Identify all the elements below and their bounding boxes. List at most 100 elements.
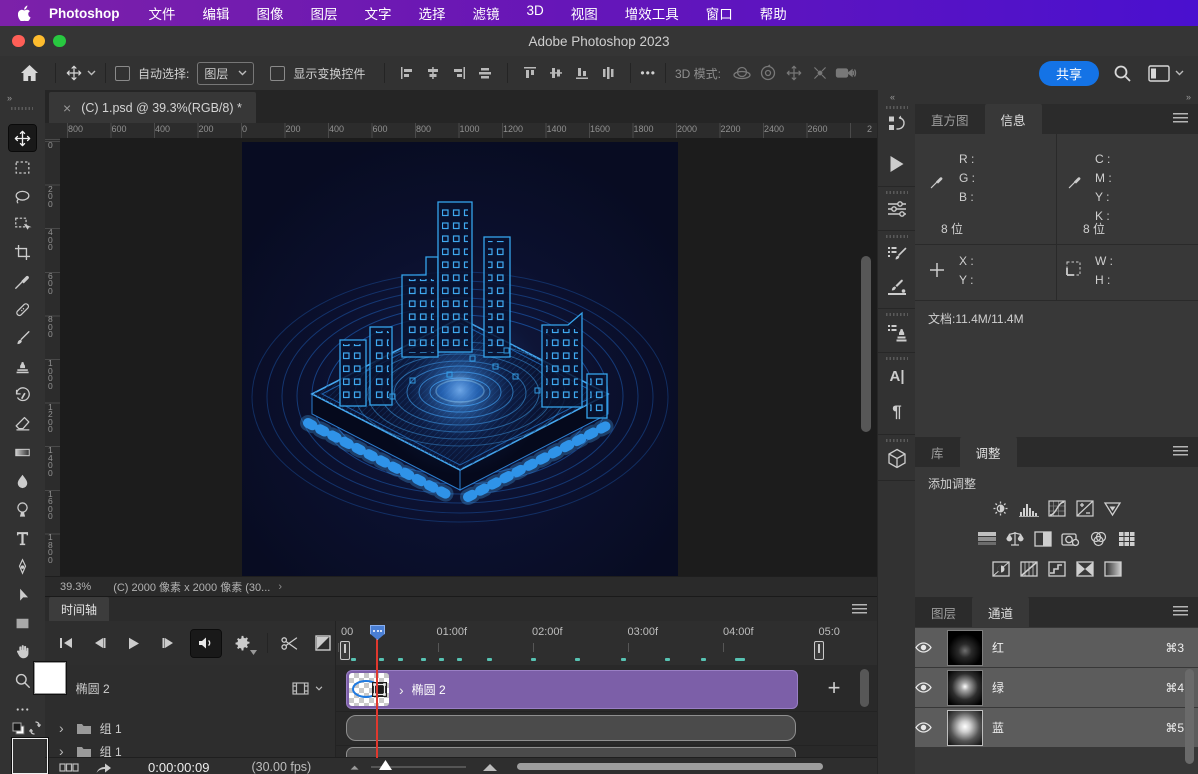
document-tab[interactable]: × (C) 1.psd @ 39.3%(RGB/8) *: [49, 92, 256, 123]
align-right-icon[interactable]: [446, 61, 472, 85]
mute-audio-button[interactable]: [191, 630, 221, 657]
timeline-tab[interactable]: 时间轴: [49, 597, 109, 621]
more-options-icon[interactable]: •••: [640, 66, 656, 80]
posterize-icon[interactable]: [1017, 559, 1041, 578]
marquee-tool[interactable]: [9, 154, 36, 180]
3d-orbit-icon[interactable]: [729, 61, 755, 85]
menu-item[interactable]: 文字: [365, 3, 392, 23]
show-transform-checkbox[interactable]: [270, 66, 285, 81]
gradient-map-icon[interactable]: [1073, 559, 1097, 578]
canvas[interactable]: [60, 138, 877, 576]
pen-tool[interactable]: [9, 553, 36, 579]
vibrance-icon[interactable]: [1101, 499, 1125, 518]
clip-group1[interactable]: [346, 715, 796, 741]
brushes-panel-icon[interactable]: [885, 276, 909, 300]
tab-libraries[interactable]: 库: [915, 437, 960, 467]
share-button[interactable]: 共享: [1039, 61, 1099, 86]
track-row-ellipse2[interactable]: › 椭圆 2: [45, 665, 335, 712]
close-window-button[interactable]: [12, 35, 25, 48]
menu-item[interactable]: 增效工具: [625, 3, 679, 23]
move-tool-options-icon[interactable]: [65, 64, 83, 82]
exposure-icon[interactable]: [1073, 499, 1097, 518]
go-first-frame-button[interactable]: [53, 631, 79, 655]
auto-select-checkbox[interactable]: [115, 66, 130, 81]
expand-strip-icon[interactable]: «: [890, 92, 896, 102]
object-selection-tool[interactable]: [9, 211, 36, 237]
hue-saturation-icon[interactable]: [975, 529, 999, 548]
lasso-tool[interactable]: [9, 183, 36, 209]
black-white-icon[interactable]: [1031, 529, 1055, 548]
timeline-horizontal-scrollbar[interactable]: [517, 763, 823, 770]
close-tab-icon[interactable]: ×: [63, 100, 71, 116]
curves-icon[interactable]: [1045, 499, 1069, 518]
distribute-vertical-icon[interactable]: [595, 61, 621, 85]
visibility-eye-icon[interactable]: [915, 682, 947, 693]
channel-mixer-icon[interactable]: [1087, 529, 1111, 548]
selective-color-icon[interactable]: [1101, 559, 1125, 578]
menu-item[interactable]: 视图: [571, 3, 598, 23]
workspace-icon[interactable]: [1148, 65, 1170, 82]
auto-select-dropdown[interactable]: 图层: [197, 62, 254, 85]
search-icon[interactable]: [1113, 64, 1132, 83]
tab-histogram[interactable]: 直方图: [915, 104, 985, 134]
menu-item[interactable]: 窗口: [706, 3, 733, 23]
split-clip-icon[interactable]: [276, 631, 302, 655]
3d-slide-icon[interactable]: [807, 61, 833, 85]
crop-tool[interactable]: [9, 239, 36, 265]
foreground-color-swatch[interactable]: [12, 738, 48, 774]
channel-thumbnail[interactable]: [947, 670, 983, 706]
blur-tool[interactable]: [9, 468, 36, 494]
channel-row-blue[interactable]: 蓝 ⌘5: [915, 708, 1198, 747]
play-button[interactable]: [121, 631, 147, 655]
levels-icon[interactable]: [1017, 499, 1041, 518]
paragraph-panel-icon[interactable]: ¶: [885, 400, 909, 424]
video-track-icon[interactable]: [292, 682, 309, 695]
channel-row-green[interactable]: 绿 ⌘4: [915, 668, 1198, 707]
status-chevron-icon[interactable]: ›: [278, 581, 282, 593]
dodge-tool[interactable]: [9, 496, 36, 522]
actions-panel-icon[interactable]: [885, 152, 909, 176]
next-frame-button[interactable]: [155, 631, 181, 655]
clone-source-panel-icon[interactable]: [885, 320, 909, 344]
vertical-ruler[interactable]: 020040060080010001200140016001800: [45, 138, 61, 576]
menu-item[interactable]: 选择: [419, 3, 446, 23]
threshold-icon[interactable]: [1045, 559, 1069, 578]
tab-adjustments[interactable]: 调整: [960, 437, 1017, 467]
more-tools-icon[interactable]: [9, 696, 36, 722]
tab-layers[interactable]: 图层: [915, 597, 972, 627]
visibility-eye-icon[interactable]: [915, 722, 947, 733]
track-row-group1[interactable]: › 组 1: [45, 711, 335, 746]
align-center-horizontal-icon[interactable]: [420, 61, 446, 85]
3d-pan-icon[interactable]: [781, 61, 807, 85]
artwork-chip-city[interactable]: [242, 142, 678, 576]
brush-tool[interactable]: [9, 325, 36, 351]
add-media-button[interactable]: +: [819, 673, 849, 703]
rectangle-tool[interactable]: [9, 610, 36, 636]
zoom-in-timeline-icon[interactable]: [482, 763, 498, 772]
chevron-down-icon[interactable]: [315, 686, 323, 691]
chevron-down-icon[interactable]: [1175, 70, 1184, 76]
tab-info[interactable]: 信息: [985, 104, 1042, 134]
timeline-vertical-scrollbar[interactable]: [860, 669, 869, 707]
channel-row-red[interactable]: 红 ⌘3: [915, 628, 1198, 667]
zoom-out-timeline-icon[interactable]: [349, 764, 361, 771]
align-left-icon[interactable]: [394, 61, 420, 85]
app-name[interactable]: Photoshop: [49, 6, 120, 21]
menu-item[interactable]: 3D: [527, 3, 544, 23]
invert-icon[interactable]: [989, 559, 1013, 578]
menu-item[interactable]: 图层: [311, 3, 338, 23]
panel-menu-icon[interactable]: [852, 604, 867, 615]
clip-ellipse2[interactable]: › 椭圆 2: [346, 670, 798, 709]
menu-item[interactable]: 编辑: [203, 3, 230, 23]
3d-panel-icon[interactable]: [885, 446, 909, 470]
timeline-settings-icon[interactable]: [229, 631, 255, 655]
collapse-tools-icon[interactable]: »: [7, 93, 13, 103]
previous-frame-button[interactable]: [87, 631, 113, 655]
eyedropper-cmyk-icon[interactable]: [1067, 174, 1083, 190]
menu-item[interactable]: 帮助: [760, 3, 787, 23]
photo-filter-icon[interactable]: [1059, 529, 1083, 548]
default-colors-icon[interactable]: [12, 722, 25, 735]
background-color-swatch[interactable]: [34, 662, 66, 694]
render-export-icon[interactable]: [95, 760, 112, 774]
hand-tool[interactable]: [9, 638, 36, 664]
